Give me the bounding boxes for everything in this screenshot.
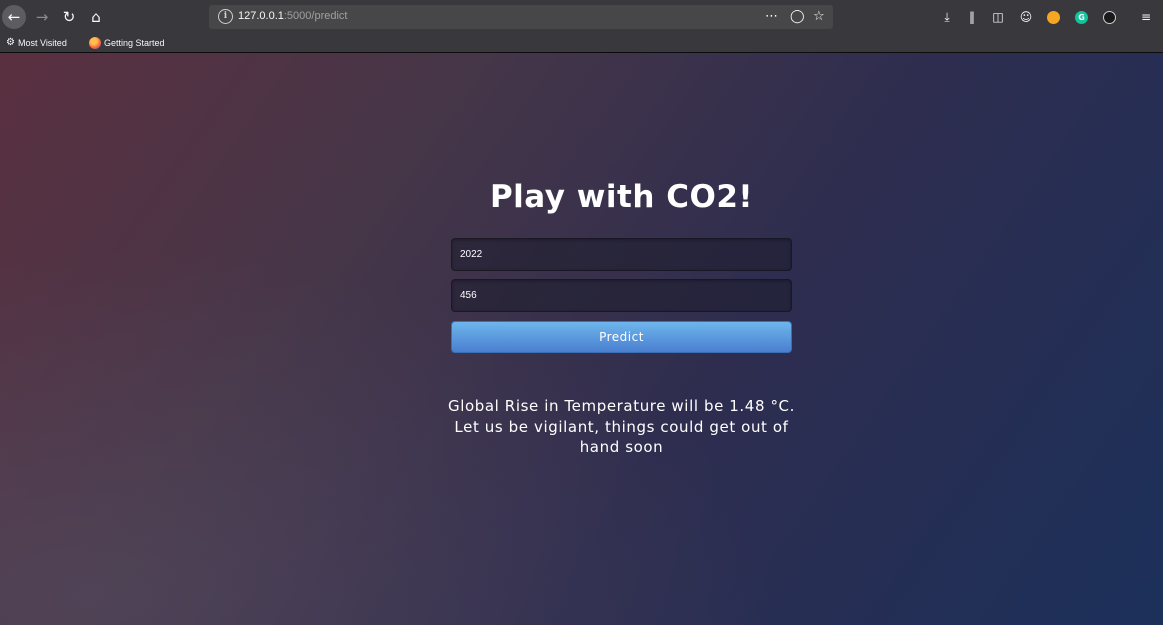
page-actions-icon[interactable]: ⋯ <box>765 8 778 26</box>
page-title: Play with CO2! <box>489 179 754 215</box>
url-path: :5000/predict <box>283 10 348 22</box>
bookmark-label: Most Visited <box>17 37 67 48</box>
sidebar-icon[interactable]: ◫ <box>989 8 1007 26</box>
browser-toolbar: ← → ↻ ⌂ i 127.0.0.1:5000/predict ⋯ ◯ ☆ ⤓… <box>0 0 1163 34</box>
account-icon[interactable]: ☺ <box>1017 8 1035 26</box>
library-icon[interactable]: ‖ <box>963 8 981 26</box>
grammarly-icon[interactable]: G <box>1075 11 1088 24</box>
downloads-icon[interactable]: ⤓ <box>938 8 956 26</box>
address-bar[interactable]: i 127.0.0.1:5000/predict ⋯ ◯ ☆ <box>209 5 833 29</box>
pocket-icon[interactable]: ◯ <box>790 8 805 26</box>
firefox-logo-icon <box>89 37 101 49</box>
brave-shield-icon[interactable] <box>1047 11 1060 24</box>
page-viewport: Play with CO2! Predict Global Rise in Te… <box>0 53 1163 625</box>
co2-input[interactable] <box>451 279 792 312</box>
back-arrow-icon[interactable]: ← <box>2 5 26 29</box>
bookmark-most-visited[interactable]: ⚙ Most Visited <box>6 37 67 48</box>
site-info-icon[interactable]: i <box>218 9 233 24</box>
forward-arrow-icon[interactable]: → <box>30 5 54 29</box>
reload-icon[interactable]: ↻ <box>57 5 81 29</box>
bookmark-star-icon[interactable]: ☆ <box>813 8 825 26</box>
menu-icon[interactable]: ≡ <box>1137 8 1155 26</box>
predict-button[interactable]: Predict <box>451 321 792 353</box>
year-input[interactable] <box>451 238 792 271</box>
url-text[interactable]: 127.0.0.1:5000/predict <box>238 10 347 22</box>
prediction-result-text: Global Rise in Temperature will be 1.48 … <box>447 397 795 456</box>
bookmark-getting-started[interactable]: Getting Started <box>89 37 165 49</box>
extension-icon[interactable] <box>1103 11 1116 24</box>
url-host: 127.0.0.1 <box>238 10 284 22</box>
gear-icon: ⚙ <box>6 37 15 48</box>
bookmarks-toolbar: ⚙ Most Visited Getting Started <box>0 34 1163 53</box>
home-icon[interactable]: ⌂ <box>84 5 108 29</box>
bookmark-label: Getting Started <box>104 38 165 48</box>
